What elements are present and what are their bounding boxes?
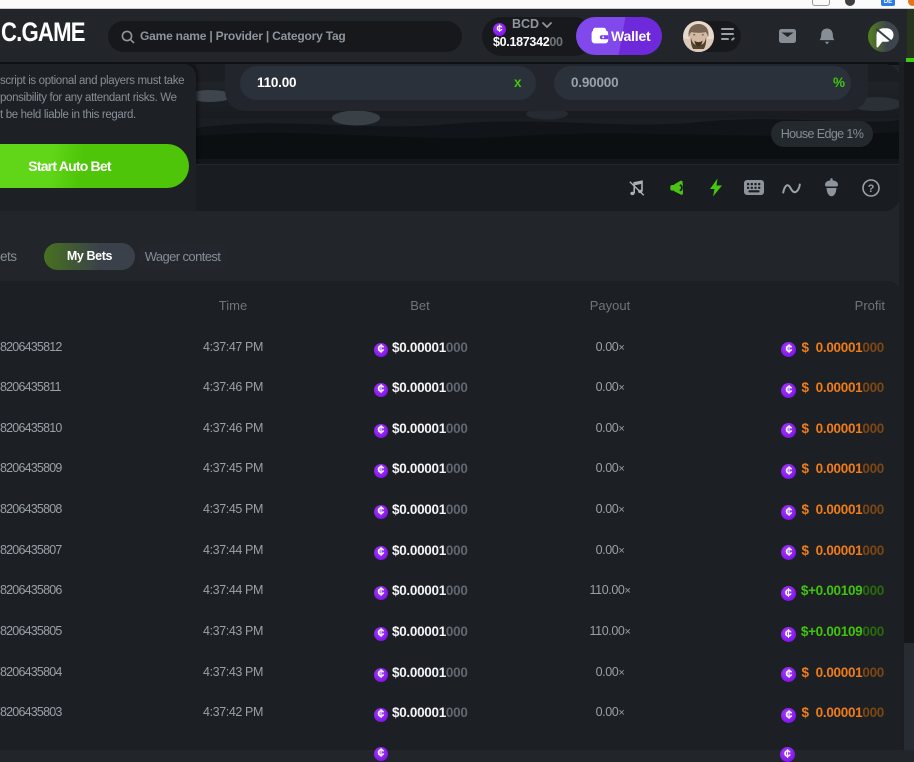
svg-text:?: ?	[868, 183, 875, 195]
